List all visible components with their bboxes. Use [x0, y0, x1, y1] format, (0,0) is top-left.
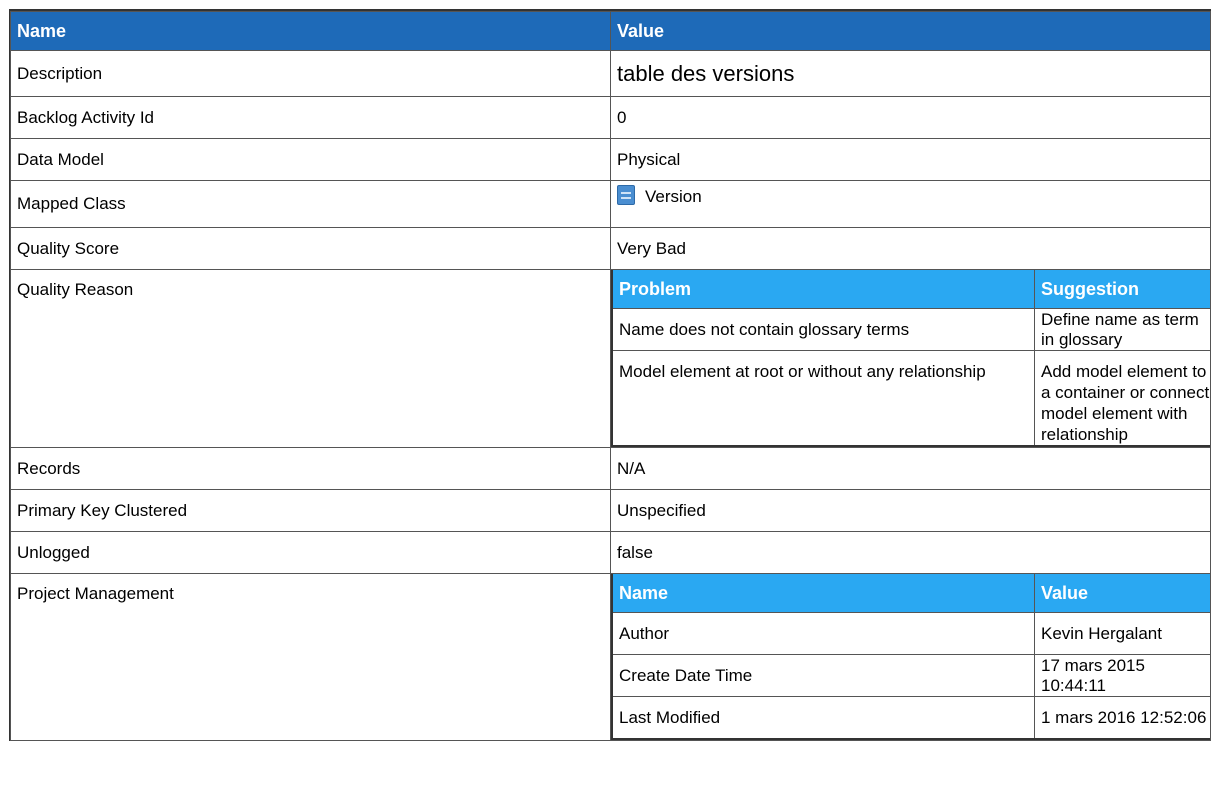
backlog-value: 0 — [610, 96, 1211, 139]
row-label: Quality Score — [10, 227, 611, 270]
row-label: Unlogged — [10, 531, 611, 574]
row-mapped-class: Mapped Class Version — [10, 180, 1211, 228]
problem-header: Problem — [611, 270, 1035, 309]
problem-cell: Name does not contain glossary terms — [611, 308, 1035, 351]
row-label: Backlog Activity Id — [10, 96, 611, 139]
suggestion-header: Suggestion — [1034, 270, 1210, 309]
table-row: Last Modified 1 mars 2016 12:52:06 — [611, 696, 1210, 740]
quality-score-value: Very Bad — [610, 227, 1211, 270]
row-pk-clustered: Primary Key Clustered Unspecified — [10, 489, 1211, 532]
row-unlogged: Unlogged false — [10, 531, 1211, 574]
row-label: Project Management — [10, 573, 611, 741]
header-row: Name Value — [10, 11, 1211, 51]
quality-reason-cell: Problem Suggestion Name does not contain… — [610, 269, 1211, 448]
table-row: Author Kevin Hergalant — [611, 612, 1210, 655]
suggestion-cell: Define name as term in glossary — [1034, 308, 1210, 351]
pk-clustered-value: Unspecified — [610, 489, 1211, 532]
header-name: Name — [10, 11, 611, 51]
row-label: Mapped Class — [10, 180, 611, 228]
data-model-value: Physical — [610, 138, 1211, 181]
pm-name-header: Name — [611, 574, 1035, 613]
row-label: Primary Key Clustered — [10, 489, 611, 532]
description-value: table des versions — [610, 50, 1211, 97]
properties-table: Name Value Description table des version… — [10, 11, 1211, 741]
row-backlog: Backlog Activity Id 0 — [10, 96, 1211, 139]
table-row: Name does not contain glossary terms Def… — [611, 308, 1210, 351]
project-management-table: Name Value Author Kevin Hergalant Create… — [611, 574, 1210, 740]
problem-cell: Model element at root or without any rel… — [611, 350, 1035, 447]
row-description: Description table des versions — [10, 50, 1211, 97]
mapped-class-link[interactable]: Version — [645, 187, 702, 206]
pm-header-row: Name Value — [611, 574, 1210, 613]
row-records: Records N/A — [10, 447, 1211, 490]
row-data-model: Data Model Physical — [10, 138, 1211, 181]
row-label: Description — [10, 50, 611, 97]
class-icon — [617, 185, 635, 205]
row-project-management: Project Management Name Value Author Kev… — [10, 573, 1211, 741]
row-label: Quality Reason — [10, 269, 611, 448]
records-value: N/A — [610, 447, 1211, 490]
pm-name-cell: Create Date Time — [611, 654, 1035, 697]
unlogged-value: false — [610, 531, 1211, 574]
properties-panel: Name Value Description table des version… — [9, 9, 1211, 741]
row-quality-reason: Quality Reason Problem Suggestion Name d… — [10, 269, 1211, 448]
pm-value-header: Value — [1034, 574, 1210, 613]
quality-reason-table: Problem Suggestion Name does not contain… — [611, 270, 1210, 447]
table-row: Model element at root or without any rel… — [611, 350, 1210, 447]
row-label: Data Model — [10, 138, 611, 181]
row-quality-score: Quality Score Very Bad — [10, 227, 1211, 270]
project-management-cell: Name Value Author Kevin Hergalant Create… — [610, 573, 1211, 741]
mapped-class-cell: Version — [610, 180, 1211, 228]
pm-value-cell: 1 mars 2016 12:52:06 — [1034, 696, 1210, 740]
row-label: Records — [10, 447, 611, 490]
header-value: Value — [610, 11, 1211, 51]
suggestion-cell: Add model element to a container or conn… — [1034, 350, 1210, 447]
pm-name-cell: Last Modified — [611, 696, 1035, 740]
pm-value-cell: Kevin Hergalant — [1034, 612, 1210, 655]
quality-header-row: Problem Suggestion — [611, 270, 1210, 309]
table-row: Create Date Time 17 mars 2015 10:44:11 — [611, 654, 1210, 697]
pm-name-cell: Author — [611, 612, 1035, 655]
pm-value-cell: 17 mars 2015 10:44:11 — [1034, 654, 1210, 697]
